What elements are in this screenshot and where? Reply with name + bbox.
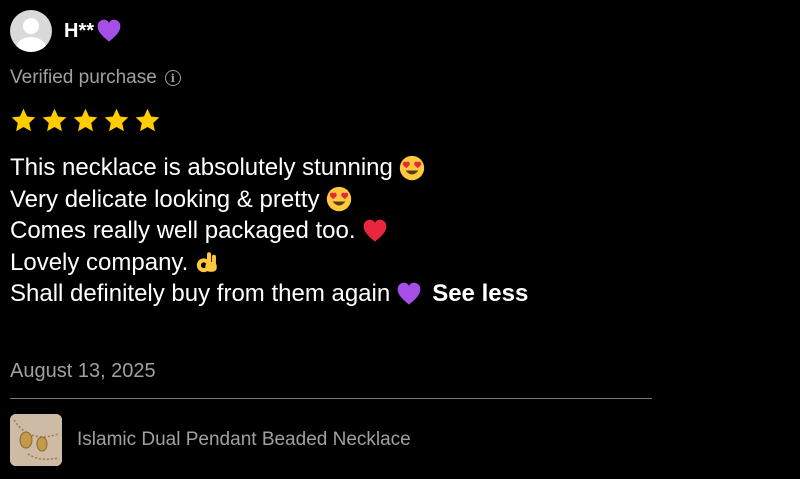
star-icon <box>104 108 129 132</box>
review-line: Lovely company. <box>10 247 770 279</box>
review-date: August 13, 2025 <box>10 360 156 382</box>
review-line: Shall definitely buy from them again See… <box>10 278 770 310</box>
necklace-thumbnail[interactable] <box>10 414 62 466</box>
reviewer-name: H** <box>64 19 95 42</box>
review-header: H** <box>10 10 122 52</box>
divider <box>10 398 652 399</box>
review-text: This necklace is absolutely stunning Ver… <box>10 152 770 310</box>
review-line: This necklace is absolutely stunning <box>10 152 770 184</box>
info-icon[interactable]: i <box>164 70 181 86</box>
review-line-text: Lovely company. <box>10 248 189 276</box>
avatar[interactable] <box>10 10 52 52</box>
review-line-text: Comes really well packaged too. <box>10 217 356 244</box>
see-less-link[interactable]: See less <box>432 278 528 310</box>
reviewer-name-row: H** <box>64 18 122 44</box>
product-link[interactable]: Islamic Dual Pendant Beaded Necklace <box>10 414 411 466</box>
product-name[interactable]: Islamic Dual Pendant Beaded Necklace <box>77 429 411 451</box>
review-line: Comes really well packaged too. <box>10 215 770 247</box>
red-heart-icon <box>363 219 386 242</box>
heart-eyes-emoji-icon <box>399 155 425 180</box>
necklace-icon <box>10 414 62 466</box>
review-line-text: Very delicate looking & pretty <box>10 185 320 213</box>
ok-hand-icon <box>197 252 218 273</box>
verified-purchase: Verified purchase i <box>10 67 181 89</box>
purple-heart-icon <box>97 19 121 42</box>
review-line-text: Shall definitely buy from them again <box>10 280 391 307</box>
review-line-text: This necklace is absolutely stunning <box>10 154 393 181</box>
star-icon <box>135 108 160 132</box>
review-line: Very delicate looking & pretty <box>10 184 770 216</box>
star-icon <box>11 108 36 132</box>
heart-eyes-emoji-icon <box>326 187 351 212</box>
star-icon <box>42 108 67 132</box>
star-rating <box>10 107 161 134</box>
star-icon <box>73 108 98 132</box>
purple-heart-icon <box>397 282 421 305</box>
verified-label: Verified purchase <box>10 67 157 88</box>
